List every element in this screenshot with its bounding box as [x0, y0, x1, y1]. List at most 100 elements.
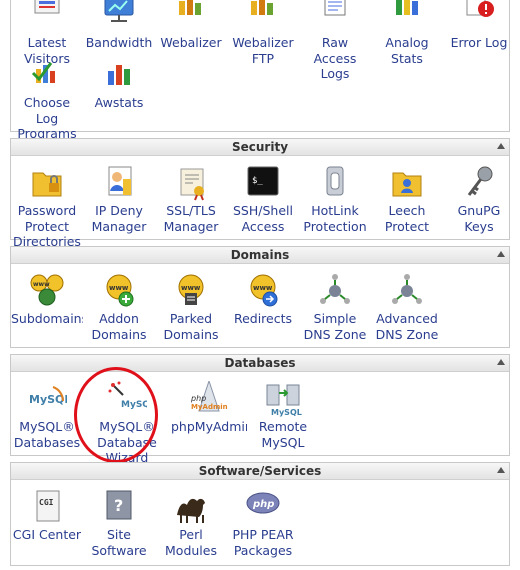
cgi-center-label: CGI Center: [12, 527, 82, 542]
analog-stats-link[interactable]: Analog Stats: [371, 0, 443, 66]
ip-deny-icon: [99, 165, 139, 201]
cgi-icon: CGI: [27, 489, 67, 525]
mysql-databases-link[interactable]: MySQL MySQL® Databases: [11, 381, 83, 450]
addon-domains-label: Addon Domains: [91, 311, 147, 342]
ip-deny-manager-link[interactable]: IP Deny Manager: [83, 165, 155, 234]
php-pear-packages-link[interactable]: php PHP PEAR Packages: [227, 489, 299, 558]
stats-panel: Latest Visitors Bandwidth Webalizer Weba…: [10, 0, 510, 141]
redirects-link[interactable]: www Redirects: [227, 273, 299, 327]
ip-deny-manager-label: IP Deny Manager: [91, 203, 147, 234]
security-header: Security: [11, 139, 509, 156]
webalizer-label: Webalizer: [160, 35, 222, 50]
cgi-center-link[interactable]: CGI CGI Center: [11, 489, 83, 543]
site-software-label: Site Software: [91, 527, 147, 558]
password-protect-label: Password Protect Directories: [13, 203, 81, 249]
mysql-logo-text: MySQL: [271, 408, 302, 417]
terminal-icon: $_: [243, 165, 283, 201]
php-logo-text: php: [190, 394, 206, 403]
subdomains-label: Subdomains: [11, 311, 83, 326]
perl-modules-label: Perl Modules: [165, 527, 217, 558]
www-text: www: [33, 281, 50, 288]
php-logo-text: php: [252, 499, 274, 510]
webalizer-ftp-icon: [243, 0, 283, 33]
error-log-icon: [459, 0, 499, 33]
analog-stats-icon: [387, 0, 427, 33]
www-text: www: [181, 284, 201, 292]
ssl-certificate-icon: [171, 165, 211, 201]
choose-log-programs-link[interactable]: Choose Log Programs: [11, 57, 83, 142]
software-services-header: Software/Services: [11, 463, 509, 480]
domains-header: Domains: [11, 247, 509, 264]
hotlink-protection-link[interactable]: HotLink Protection: [299, 165, 371, 234]
remote-mysql-label: Remote MySQL: [258, 419, 308, 450]
latest-visitors-icon: [27, 0, 67, 33]
phpmyadmin-icon: php MyAdmin: [189, 381, 229, 417]
remote-mysql-icon: MySQL: [263, 381, 303, 417]
error-log-label: Error Log: [450, 35, 508, 50]
software-services-title: Software/Services: [198, 464, 322, 478]
cgi-logo-text: CGI: [39, 498, 54, 507]
databases-title: Databases: [224, 356, 296, 370]
domains-title: Domains: [230, 248, 290, 262]
raw-access-logs-link[interactable]: Raw Access Logs: [299, 0, 371, 82]
domains-panel: Domains www Subdomains www Addon Domains…: [10, 246, 510, 348]
security-panel: Security Password Protect Directories IP…: [10, 138, 510, 249]
awstats-link[interactable]: Awstats: [83, 57, 155, 111]
myadmin-logo-text: MyAdmin: [191, 403, 228, 411]
awstats-icon: [99, 57, 139, 93]
www-text: www: [253, 284, 273, 292]
webalizer-ftp-link[interactable]: Webalizer FTP: [227, 0, 299, 66]
hotlink-protection-label: HotLink Protection: [303, 203, 367, 234]
perl-camel-icon: [171, 489, 211, 525]
addon-domains-link[interactable]: www Addon Domains: [83, 273, 155, 342]
raw-access-logs-label: Raw Access Logs: [313, 35, 357, 81]
ssh-shell-access-link[interactable]: $_ SSH/Shell Access: [227, 165, 299, 234]
password-protect-link[interactable]: Password Protect Directories: [11, 165, 83, 250]
site-software-icon: ?: [99, 489, 139, 525]
php-pear-packages-label: PHP PEAR Packages: [232, 527, 294, 558]
php-pear-icon: php: [243, 489, 283, 525]
parked-domains-icon: www: [171, 273, 211, 309]
collapse-arrow-icon[interactable]: [497, 359, 505, 365]
svg-text:$_: $_: [252, 176, 263, 186]
gnupg-keys-link[interactable]: GnuPG Keys: [443, 165, 515, 234]
question-mark-glyph: ?: [114, 496, 123, 515]
remote-mysql-link[interactable]: MySQL Remote MySQL: [247, 381, 319, 450]
annotation-circle: [74, 367, 158, 463]
databases-header: Databases: [11, 355, 509, 372]
gnupg-keys-label: GnuPG Keys: [457, 203, 501, 234]
webalizer-link[interactable]: Webalizer: [155, 0, 227, 51]
collapse-arrow-icon[interactable]: [497, 251, 505, 257]
parked-domains-link[interactable]: www Parked Domains: [155, 273, 227, 342]
redirects-icon: www: [243, 273, 283, 309]
subdomains-link[interactable]: www Subdomains: [11, 273, 83, 327]
keys-icon: [459, 165, 499, 201]
leech-protect-label: Leech Protect: [384, 203, 430, 234]
simple-dns-zone-link[interactable]: Simple DNS Zone: [299, 273, 371, 342]
site-software-link[interactable]: ? Site Software: [83, 489, 155, 558]
ssl-tls-manager-label: SSL/TLS Manager: [163, 203, 219, 234]
ssh-shell-access-label: SSH/Shell Access: [233, 203, 293, 234]
advanced-dns-zone-label: Advanced DNS Zone: [375, 311, 439, 342]
webalizer-ftp-label: Webalizer FTP: [232, 35, 294, 66]
security-title: Security: [231, 140, 289, 154]
collapse-arrow-icon[interactable]: [497, 143, 505, 149]
advanced-dns-icon: [387, 273, 427, 309]
bandwidth-link[interactable]: Bandwidth: [83, 0, 155, 51]
error-log-link[interactable]: Error Log: [443, 0, 515, 51]
simple-dns-icon: [315, 273, 355, 309]
mysql-databases-label: MySQL® Databases: [13, 419, 81, 450]
bandwidth-icon: [99, 0, 139, 33]
choose-log-programs-label: Choose Log Programs: [17, 95, 77, 141]
mysql-icon: MySQL: [27, 381, 67, 417]
choose-log-programs-icon: [27, 57, 67, 93]
advanced-dns-zone-link[interactable]: Advanced DNS Zone: [371, 273, 443, 342]
collapse-arrow-icon[interactable]: [497, 467, 505, 473]
subdomains-icon: www: [27, 273, 67, 309]
leech-protect-link[interactable]: Leech Protect: [371, 165, 443, 234]
parked-domains-label: Parked Domains: [163, 311, 219, 342]
ssl-tls-manager-link[interactable]: SSL/TLS Manager: [155, 165, 227, 234]
perl-modules-link[interactable]: Perl Modules: [155, 489, 227, 558]
phpmyadmin-label: phpMyAdmin: [171, 419, 247, 434]
phpmyadmin-link[interactable]: php MyAdmin phpMyAdmin: [171, 381, 247, 435]
